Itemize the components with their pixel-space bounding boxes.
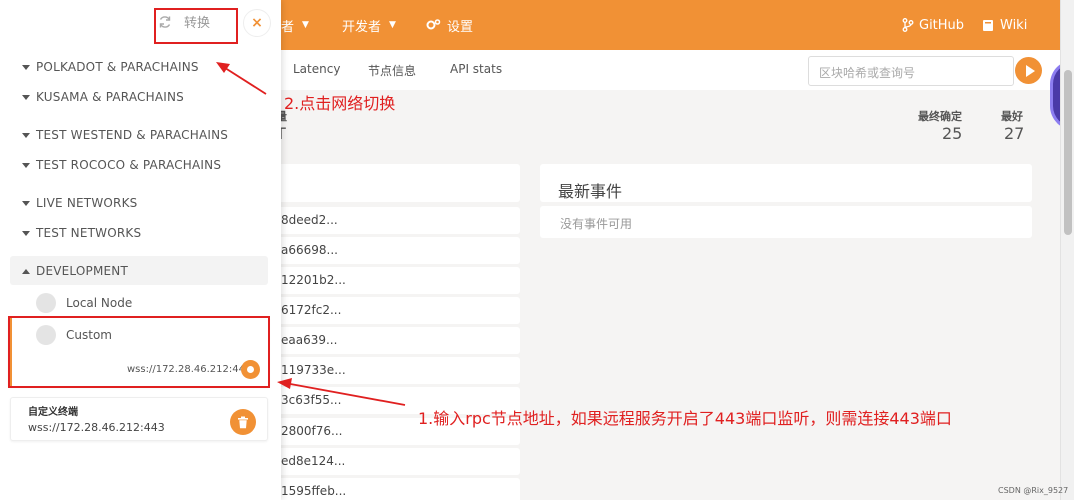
scrollbar-thumb[interactable] bbox=[1064, 70, 1072, 235]
chevron-down-icon bbox=[22, 230, 30, 236]
stat-best-value: 27 bbox=[1004, 124, 1025, 143]
group-polkadot[interactable]: POLKADOT & PARACHAINS bbox=[22, 60, 199, 74]
nav-settings[interactable]: 设置 bbox=[426, 0, 473, 50]
play-icon bbox=[1025, 64, 1035, 77]
chevron-down-icon bbox=[22, 132, 30, 138]
watermark: CSDN @Rix_9527 bbox=[998, 486, 1069, 495]
close-button[interactable]: × bbox=[243, 9, 271, 37]
nav-item-partial[interactable]: 者 ▼ bbox=[281, 0, 309, 50]
group-development[interactable]: DEVELOPMENT bbox=[22, 264, 128, 278]
annotation-box-switch bbox=[154, 8, 238, 44]
trash-icon bbox=[238, 416, 248, 428]
close-icon: × bbox=[251, 15, 263, 31]
block-row[interactable]: a66698... bbox=[281, 237, 520, 264]
block-row[interactable]: ed8e124... bbox=[281, 448, 520, 475]
group-test-networks[interactable]: TEST NETWORKS bbox=[22, 226, 141, 240]
events-empty-text: 没有事件可用 bbox=[560, 217, 633, 231]
group-live-networks[interactable]: LIVE NETWORKS bbox=[22, 196, 137, 210]
tab-latency[interactable]: Latency bbox=[293, 62, 340, 76]
chevron-down-icon bbox=[22, 200, 30, 206]
chevron-down-icon: ▼ bbox=[302, 20, 309, 30]
git-icon bbox=[902, 18, 914, 32]
custom-endpoint-label: 自定义终端 bbox=[28, 407, 78, 418]
stat-best-label: 最好 bbox=[1001, 110, 1023, 123]
nav-developer[interactable]: 开发者 ▼ bbox=[342, 0, 396, 50]
book-icon bbox=[983, 19, 993, 31]
block-row[interactable]: 8deed2... bbox=[281, 207, 520, 234]
tab-node-info[interactable]: 节点信息 bbox=[368, 62, 416, 79]
node-local[interactable]: Local Node bbox=[36, 293, 132, 313]
tab-api-stats[interactable]: API stats bbox=[450, 62, 502, 76]
annotation-step1: 1.输入rpc节点地址，如果远程服务开启了443端口监听，则需连接443端口 bbox=[418, 409, 952, 428]
annotation-box-custom bbox=[8, 316, 270, 388]
chevron-down-icon: ▼ bbox=[389, 20, 396, 30]
search-go-button[interactable] bbox=[1015, 57, 1042, 84]
block-row[interactable]: 6172fc2... bbox=[281, 297, 520, 324]
nav-github[interactable]: GitHub bbox=[902, 0, 964, 50]
block-row[interactable]: 12201b2... bbox=[281, 267, 520, 294]
annotation-step2: 2.点击网络切换 bbox=[284, 94, 396, 113]
stat-finalized-label: 最终确定 bbox=[918, 110, 962, 123]
stat-finalized-value: 25 bbox=[942, 124, 963, 143]
scrollbar[interactable] bbox=[1060, 0, 1074, 500]
block-row[interactable]: 1595ffeb... bbox=[281, 478, 520, 500]
gear-icon bbox=[426, 19, 441, 30]
chevron-down-icon bbox=[22, 64, 30, 70]
block-row[interactable]: eaa639... bbox=[281, 327, 520, 354]
events-title: 最新事件 bbox=[558, 182, 623, 201]
delete-endpoint-button[interactable] bbox=[230, 409, 256, 435]
blocks-header bbox=[281, 164, 520, 202]
chevron-down-icon bbox=[22, 162, 30, 168]
chevron-down-icon bbox=[22, 94, 30, 100]
search-input[interactable]: 区块哈希或查询号 bbox=[808, 56, 1014, 86]
group-rococo[interactable]: TEST ROCOCO & PARACHAINS bbox=[22, 158, 221, 172]
group-westend[interactable]: TEST WESTEND & PARACHAINS bbox=[22, 128, 228, 142]
group-kusama[interactable]: KUSAMA & PARACHAINS bbox=[22, 90, 184, 104]
nav-wiki[interactable]: Wiki bbox=[982, 0, 1027, 50]
node-logo-icon bbox=[36, 293, 56, 313]
chevron-up-icon bbox=[22, 268, 30, 274]
block-row[interactable]: 119733e... bbox=[281, 357, 520, 384]
custom-endpoint-input[interactable]: wss://172.28.46.212:443 bbox=[28, 421, 165, 434]
